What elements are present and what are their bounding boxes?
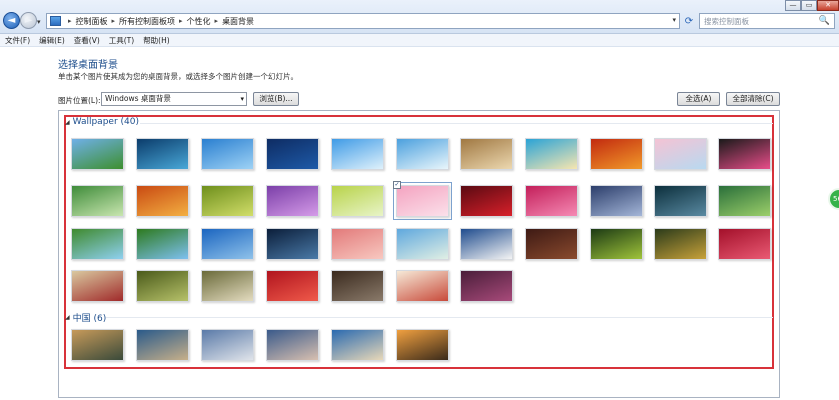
wallpaper-thumbnail[interactable] xyxy=(266,329,319,361)
wallpaper-thumbnail[interactable] xyxy=(71,329,124,361)
wallpaper-thumbnail[interactable] xyxy=(654,138,707,170)
menu-tools[interactable]: 工具(T) xyxy=(109,35,134,46)
search-placeholder: 搜索控制面板 xyxy=(704,16,749,26)
browse-button[interactable]: 浏览(B)... xyxy=(253,92,299,106)
wallpaper-thumbnail[interactable] xyxy=(136,270,189,302)
minimize-button[interactable]: — xyxy=(785,0,801,11)
wallpaper-thumbnail[interactable] xyxy=(331,329,384,361)
refresh-icon[interactable]: ⟳ xyxy=(682,13,696,29)
collapse-triangle-icon[interactable]: ◢ xyxy=(65,119,70,126)
wallpaper-thumbnail[interactable] xyxy=(460,185,513,217)
wallpaper-thumbnail[interactable] xyxy=(590,138,643,170)
wallpaper-thumbnail[interactable] xyxy=(331,138,384,170)
chevron-right-icon: ▸ xyxy=(179,17,183,25)
chevron-right-icon: ▸ xyxy=(68,17,72,25)
wallpaper-thumbnail[interactable] xyxy=(266,185,319,217)
address-dropdown-icon[interactable]: ▾ xyxy=(672,16,676,24)
forward-arrow-icon: ► xyxy=(24,15,33,26)
wallpaper-thumbnail[interactable] xyxy=(201,185,254,217)
breadcrumb-control-panel[interactable]: 控制面板 xyxy=(76,16,108,27)
wallpaper-thumbnail[interactable] xyxy=(590,185,643,217)
wallpaper-thumbnail[interactable] xyxy=(525,138,578,170)
maximize-button[interactable]: ▭ xyxy=(801,0,817,11)
wallpaper-thumbnail[interactable] xyxy=(71,185,124,217)
wallpaper-thumbnail[interactable]: ✓ xyxy=(393,181,452,220)
chevron-right-icon: ▸ xyxy=(111,17,116,25)
wallpaper-thumbnail[interactable] xyxy=(201,138,254,170)
forward-button[interactable]: ► xyxy=(20,12,37,29)
wallpaper-thumbnail[interactable] xyxy=(201,270,254,302)
wallpaper-thumbnail[interactable] xyxy=(460,228,513,260)
group-title: 中国 (6) xyxy=(72,314,107,324)
close-button[interactable]: ✕ xyxy=(817,0,839,11)
wallpaper-thumbnail[interactable] xyxy=(525,228,578,260)
side-widget-badge[interactable]: 56 xyxy=(828,188,839,210)
wallpaper-thumbnail[interactable] xyxy=(71,270,124,302)
wallpaper-thumbnail[interactable] xyxy=(654,185,707,217)
window-controls: — ▭ ✕ xyxy=(785,0,839,11)
wallpaper-thumbnail[interactable] xyxy=(396,329,449,361)
wallpaper-thumbnail[interactable] xyxy=(331,228,384,260)
collapse-triangle-icon[interactable]: ◢ xyxy=(65,314,70,321)
picture-location-value: Windows 桌面背景 xyxy=(105,94,171,103)
wallpaper-thumbnail[interactable] xyxy=(396,228,449,260)
recent-pages-dropdown[interactable]: ▾ xyxy=(37,18,41,26)
chevron-down-icon: ▾ xyxy=(240,95,244,103)
menu-file[interactable]: 文件(F) xyxy=(5,35,30,46)
group-divider xyxy=(106,317,773,318)
wallpaper-thumbnail[interactable] xyxy=(266,270,319,302)
wallpaper-thumbnail[interactable] xyxy=(201,228,254,260)
wallpaper-thumbnail[interactable] xyxy=(718,138,771,170)
wallpaper-thumbnail[interactable] xyxy=(396,138,449,170)
page-subtitle: 单击某个图片使其成为您的桌面背景，或选择多个图片创建一个幻灯片。 xyxy=(58,72,298,81)
wallpaper-thumbnail[interactable] xyxy=(136,185,189,217)
title-address-bar: ◄ ► ▾ ▸ 控制面板 ▸ 所有控制面板项 ▸ 个性化 ▸ 桌面背景 ▾ ⟳ … xyxy=(0,0,839,34)
back-arrow-icon: ◄ xyxy=(7,15,16,26)
picture-location-select[interactable]: Windows 桌面背景 ▾ xyxy=(101,92,247,106)
group-header-china[interactable]: ◢ 中国 (6) xyxy=(65,311,106,324)
wallpaper-thumbnail[interactable] xyxy=(71,138,124,170)
wallpaper-thumbnail[interactable] xyxy=(136,138,189,170)
control-panel-icon xyxy=(50,16,61,26)
wallpaper-thumbnail[interactable] xyxy=(71,228,124,260)
wallpaper-thumbnail[interactable] xyxy=(396,270,449,302)
wallpaper-thumbnail[interactable] xyxy=(718,185,771,217)
back-button[interactable]: ◄ xyxy=(3,12,20,29)
breadcrumb-all-items[interactable]: 所有控制面板项 xyxy=(119,16,175,27)
wallpaper-thumbnail[interactable] xyxy=(460,138,513,170)
menu-bar: 文件(F) 编辑(E) 查看(V) 工具(T) 帮助(H) xyxy=(0,34,839,47)
group-title: Wallpaper (40) xyxy=(72,117,139,127)
breadcrumb-desktop-background[interactable]: 桌面背景 xyxy=(222,16,254,27)
wallpaper-thumbnail[interactable] xyxy=(331,185,384,217)
wallpaper-thumbnail[interactable] xyxy=(266,228,319,260)
menu-help[interactable]: 帮助(H) xyxy=(143,35,170,46)
search-input[interactable]: 搜索控制面板 🔍 xyxy=(699,13,835,29)
chevron-right-icon: ▸ xyxy=(214,17,219,25)
menu-edit[interactable]: 编辑(E) xyxy=(39,35,65,46)
address-bar[interactable]: ▸ 控制面板 ▸ 所有控制面板项 ▸ 个性化 ▸ 桌面背景 ▾ xyxy=(46,13,680,29)
breadcrumb-personalization[interactable]: 个性化 xyxy=(187,16,211,27)
wallpaper-thumbnail[interactable] xyxy=(654,228,707,260)
group-header-wallpaper[interactable]: ◢ Wallpaper (40) xyxy=(65,117,139,127)
picture-location-label: 图片位置(L): xyxy=(58,96,101,105)
checkbox[interactable]: ✓ xyxy=(393,181,401,189)
group-divider xyxy=(140,123,773,124)
clear-all-button[interactable]: 全部清除(C) xyxy=(726,92,780,106)
page-title: 选择桌面背景 xyxy=(58,60,118,71)
wallpaper-thumbnail[interactable] xyxy=(525,185,578,217)
search-icon[interactable]: 🔍 xyxy=(819,16,830,26)
wallpaper-thumbnail[interactable] xyxy=(590,228,643,260)
select-all-button[interactable]: 全选(A) xyxy=(677,92,720,106)
wallpaper-thumbnail[interactable] xyxy=(460,270,513,302)
wallpaper-thumbnail[interactable] xyxy=(331,270,384,302)
wallpaper-thumbnail[interactable] xyxy=(136,228,189,260)
wallpaper-thumbnail[interactable] xyxy=(718,228,771,260)
wallpaper-thumbnail[interactable] xyxy=(201,329,254,361)
menu-view[interactable]: 查看(V) xyxy=(74,35,100,46)
wallpaper-thumbnail[interactable] xyxy=(266,138,319,170)
wallpaper-thumbnail[interactable] xyxy=(136,329,189,361)
